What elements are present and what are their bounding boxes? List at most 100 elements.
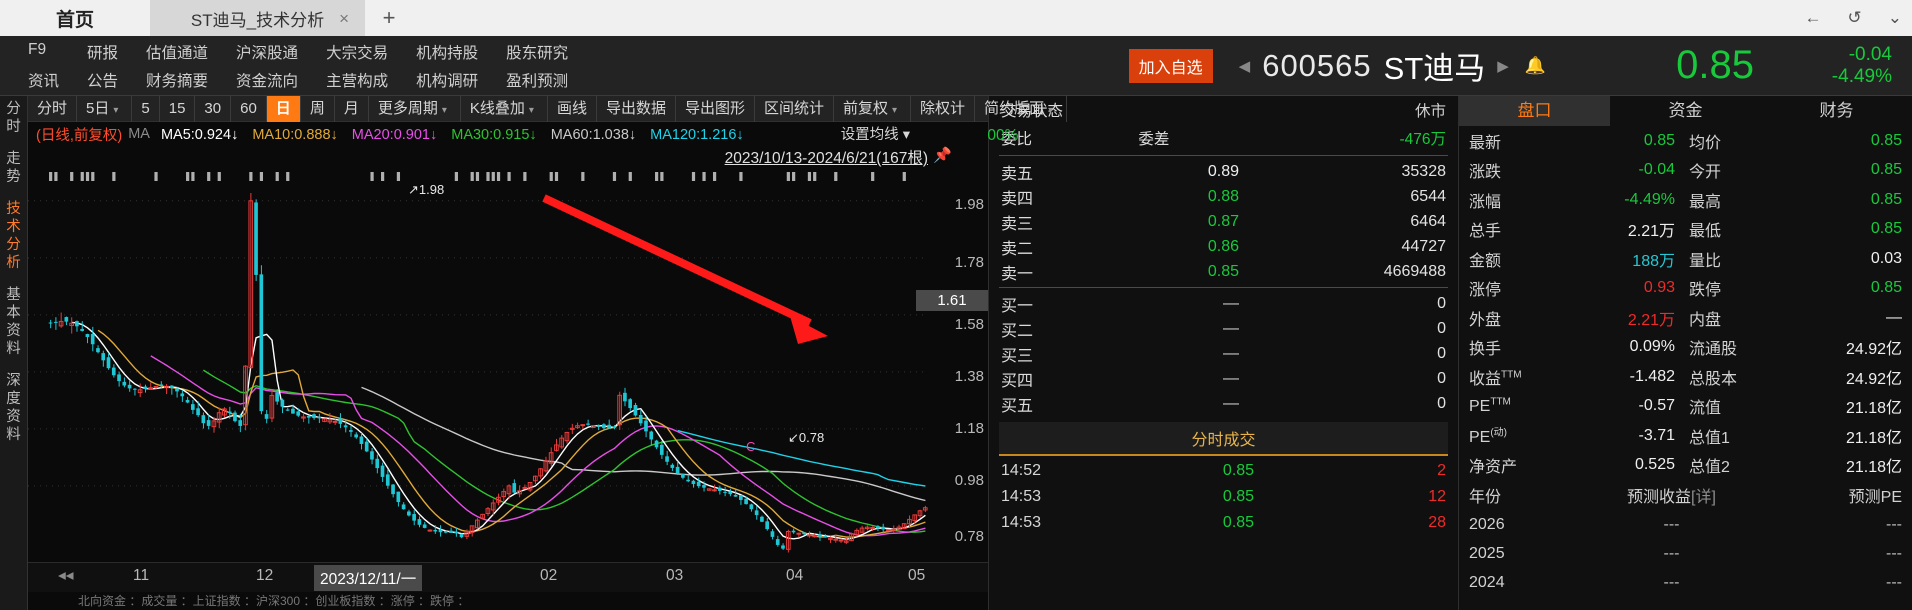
period-月[interactable]: 月 xyxy=(335,95,369,122)
bid-row[interactable]: 买五 — 0 xyxy=(989,391,1458,416)
forecast-pe: --- xyxy=(1886,544,1902,562)
info-tab-盘口[interactable]: 盘口 xyxy=(1459,96,1610,126)
commission-diff-value: -476万 xyxy=(1399,131,1446,148)
export-image-button[interactable]: 导出图形 xyxy=(676,95,755,122)
forecast-detail-link[interactable]: [详] xyxy=(1691,489,1716,506)
bell-icon[interactable]: 🔔 xyxy=(1521,56,1564,76)
add-to-watchlist-button[interactable]: 加入自选 xyxy=(1128,48,1213,83)
tab-home[interactable]: 首页 xyxy=(0,0,150,36)
chevron-down-icon[interactable]: ▾ xyxy=(438,105,451,116)
topnav-item-研报[interactable]: 研报 xyxy=(73,38,132,66)
info-row: 涨停 0.93 跌停 0.85 xyxy=(1459,274,1912,304)
bid-row[interactable]: 买四 — 0 xyxy=(989,366,1458,391)
topnav-item-估值通道[interactable]: 估值通道 xyxy=(132,38,222,66)
period-5日[interactable]: 5日 ▾ xyxy=(77,95,133,122)
topnav-item-大宗交易[interactable]: 大宗交易 xyxy=(312,38,402,66)
period-日[interactable]: 日 xyxy=(266,95,301,122)
menu-icon[interactable]: ⌄ xyxy=(1888,8,1902,28)
info-row: 净资产 0.525 总值2 21.18亿 xyxy=(1459,451,1912,481)
ask-row[interactable]: 卖二 0.86 44727 xyxy=(989,234,1458,259)
back-icon[interactable]: ← xyxy=(1805,8,1822,28)
close-icon[interactable]: × xyxy=(339,9,349,29)
chevron-down-icon[interactable]: ▾ xyxy=(525,105,538,116)
ask-row[interactable]: 卖三 0.87 6464 xyxy=(989,209,1458,234)
info-tab-资金[interactable]: 资金 xyxy=(1610,96,1761,126)
export-data-button[interactable]: 导出数据 xyxy=(597,95,676,122)
forecast-pe-header: 预测PE xyxy=(1848,489,1902,506)
tab-active[interactable]: ST迪马_技术分析 × xyxy=(150,0,365,36)
rail-item-分时[interactable]: 分时 xyxy=(0,100,27,136)
main-area: 分时走势技术分析基本资料深度资料 分时 5日 ▾ 5 15 30 60 日周月更多周期 ▾ K线叠… xyxy=(0,95,1912,610)
tick-volume: 12 xyxy=(1428,488,1446,505)
ask-row[interactable]: 卖五 0.89 35328 xyxy=(989,159,1458,184)
simple-layout-button[interactable]: 简约版面 ▾ xyxy=(975,95,1068,122)
adjust-price-button[interactable]: 前复权 ▾ xyxy=(834,95,912,122)
info-value-secondary: 0.85 xyxy=(1870,220,1902,238)
ask-row[interactable]: 卖一 0.85 4669488 xyxy=(989,259,1458,284)
rail-item-基本资料[interactable]: 基本资料 xyxy=(0,286,27,358)
rail-char: 深 xyxy=(6,373,21,389)
period-周[interactable]: 周 xyxy=(301,95,335,122)
orderbook-level-label: 买五 xyxy=(1001,397,1034,415)
tick-rows: 14:52 0.85 2 14:53 0.85 12 14:53 0.85 28 xyxy=(989,458,1458,536)
orderbook-price: — xyxy=(1223,369,1239,387)
period-30[interactable]: 30 xyxy=(195,95,232,122)
top-navigation: F9 研报 估值通道 沪深股通 大宗交易 机构持股 股东研究资讯 公告 财务摘要 资金流向 主营构成… xyxy=(0,36,1912,96)
chart-toolbar: 分时 5日 ▾ 5 15 30 60 日周月更多周期 ▾ K线叠加 ▾ 画线 导出数据 导出图形 区间统计前… xyxy=(28,95,1068,122)
topnav-item-盈利预测[interactable]: 盈利预测 xyxy=(492,66,582,94)
chevron-down-icon[interactable]: ▾ xyxy=(903,127,910,143)
time-axis: ◂◂ 11 12 02 03 04 05 2023/12/11/一 xyxy=(28,562,988,592)
ma-value: MA5:0.924↓ xyxy=(160,126,239,143)
info-tab-财务[interactable]: 财务 xyxy=(1761,96,1912,126)
draw-button[interactable]: 画线 xyxy=(548,95,597,122)
range-stats-button[interactable]: 区间统计 xyxy=(755,95,834,122)
topnav-item-股东研究[interactable]: 股东研究 xyxy=(492,38,582,66)
window-controls: ← ↺ ⌄ xyxy=(1805,8,1903,28)
period-60[interactable]: 60 xyxy=(231,95,267,122)
topnav-item-机构调研[interactable]: 机构调研 xyxy=(402,66,492,94)
prev-stock-icon[interactable]: ◀ xyxy=(1227,57,1263,75)
info-value: -1.482 xyxy=(1629,367,1675,385)
topnav-item-F9[interactable]: F9 xyxy=(14,38,73,66)
bid-row[interactable]: 买一 — 0 xyxy=(989,291,1458,316)
chevron-down-icon[interactable]: ▾ xyxy=(1044,105,1057,116)
topnav-item-资金流向[interactable]: 资金流向 xyxy=(222,66,312,94)
topnav-item-主营构成[interactable]: 主营构成 xyxy=(312,66,402,94)
period-5[interactable]: 5 xyxy=(132,95,160,122)
new-tab-icon[interactable]: + xyxy=(365,0,413,36)
kline-overlay-button[interactable]: K线叠加 ▾ xyxy=(461,95,548,122)
period-分时[interactable]: 分时 xyxy=(28,95,78,122)
chevron-down-icon[interactable]: ▾ xyxy=(888,105,901,116)
rail-char: 走 xyxy=(6,151,21,167)
rail-item-技术分析[interactable]: 技术分析 xyxy=(0,200,27,272)
info-value: 2.21万 xyxy=(1627,223,1675,241)
topnav-item-资讯[interactable]: 资讯 xyxy=(14,66,73,94)
chevron-down-icon[interactable]: ▾ xyxy=(109,105,122,116)
info-row: PE(动) -3.71 总值1 21.18亿 xyxy=(1459,421,1912,451)
bid-row[interactable]: 买三 — 0 xyxy=(989,341,1458,366)
intraday-trades-title[interactable]: 分时成交 xyxy=(999,422,1448,456)
topnav-item-沪深股通[interactable]: 沪深股通 xyxy=(222,38,312,66)
orderbook-volume: 0 xyxy=(1437,369,1446,387)
rail-item-走势[interactable]: 走势 xyxy=(0,150,27,186)
topnav-item-公告[interactable]: 公告 xyxy=(73,66,132,94)
more-period-button[interactable]: 更多周期 ▾ xyxy=(369,95,461,122)
refresh-icon[interactable]: ↺ xyxy=(1848,8,1862,28)
rail-item-深度资料[interactable]: 深度资料 xyxy=(0,372,27,444)
kline-plot[interactable]: ↗1.98 ↙0.78 C xyxy=(28,168,988,568)
topnav-item-机构持股[interactable]: 机构持股 xyxy=(402,38,492,66)
orderbook-level-label: 卖五 xyxy=(1001,165,1034,183)
forecast-row: 2024 --- --- xyxy=(1459,568,1912,597)
ask-row[interactable]: 卖四 0.88 6544 xyxy=(989,184,1458,209)
ex-rights-button[interactable]: 除权计 xyxy=(911,95,976,122)
period-15[interactable]: 15 xyxy=(160,95,196,122)
topnav-item-财务摘要[interactable]: 财务摘要 xyxy=(132,66,222,94)
pin-icon[interactable]: 📌 xyxy=(933,146,952,164)
next-stock-icon[interactable]: ▶ xyxy=(1485,57,1521,75)
bid-row[interactable]: 买二 — 0 xyxy=(989,316,1458,341)
date-range-label[interactable]: 2023/10/13-2024/6/21(167根) xyxy=(725,146,928,168)
orderbook-column: 交易状态 休市 委比 -100.00% 委差 -476万 卖五0.8935328… xyxy=(952,96,1458,610)
set-ma-button[interactable]: 设置均线 ▾ xyxy=(841,123,910,144)
scroll-left-icon[interactable]: ◂◂ xyxy=(58,566,74,585)
browser-tab-bar: 首页 ST迪马_技术分析 × + ← ↺ ⌄ xyxy=(0,0,1912,36)
